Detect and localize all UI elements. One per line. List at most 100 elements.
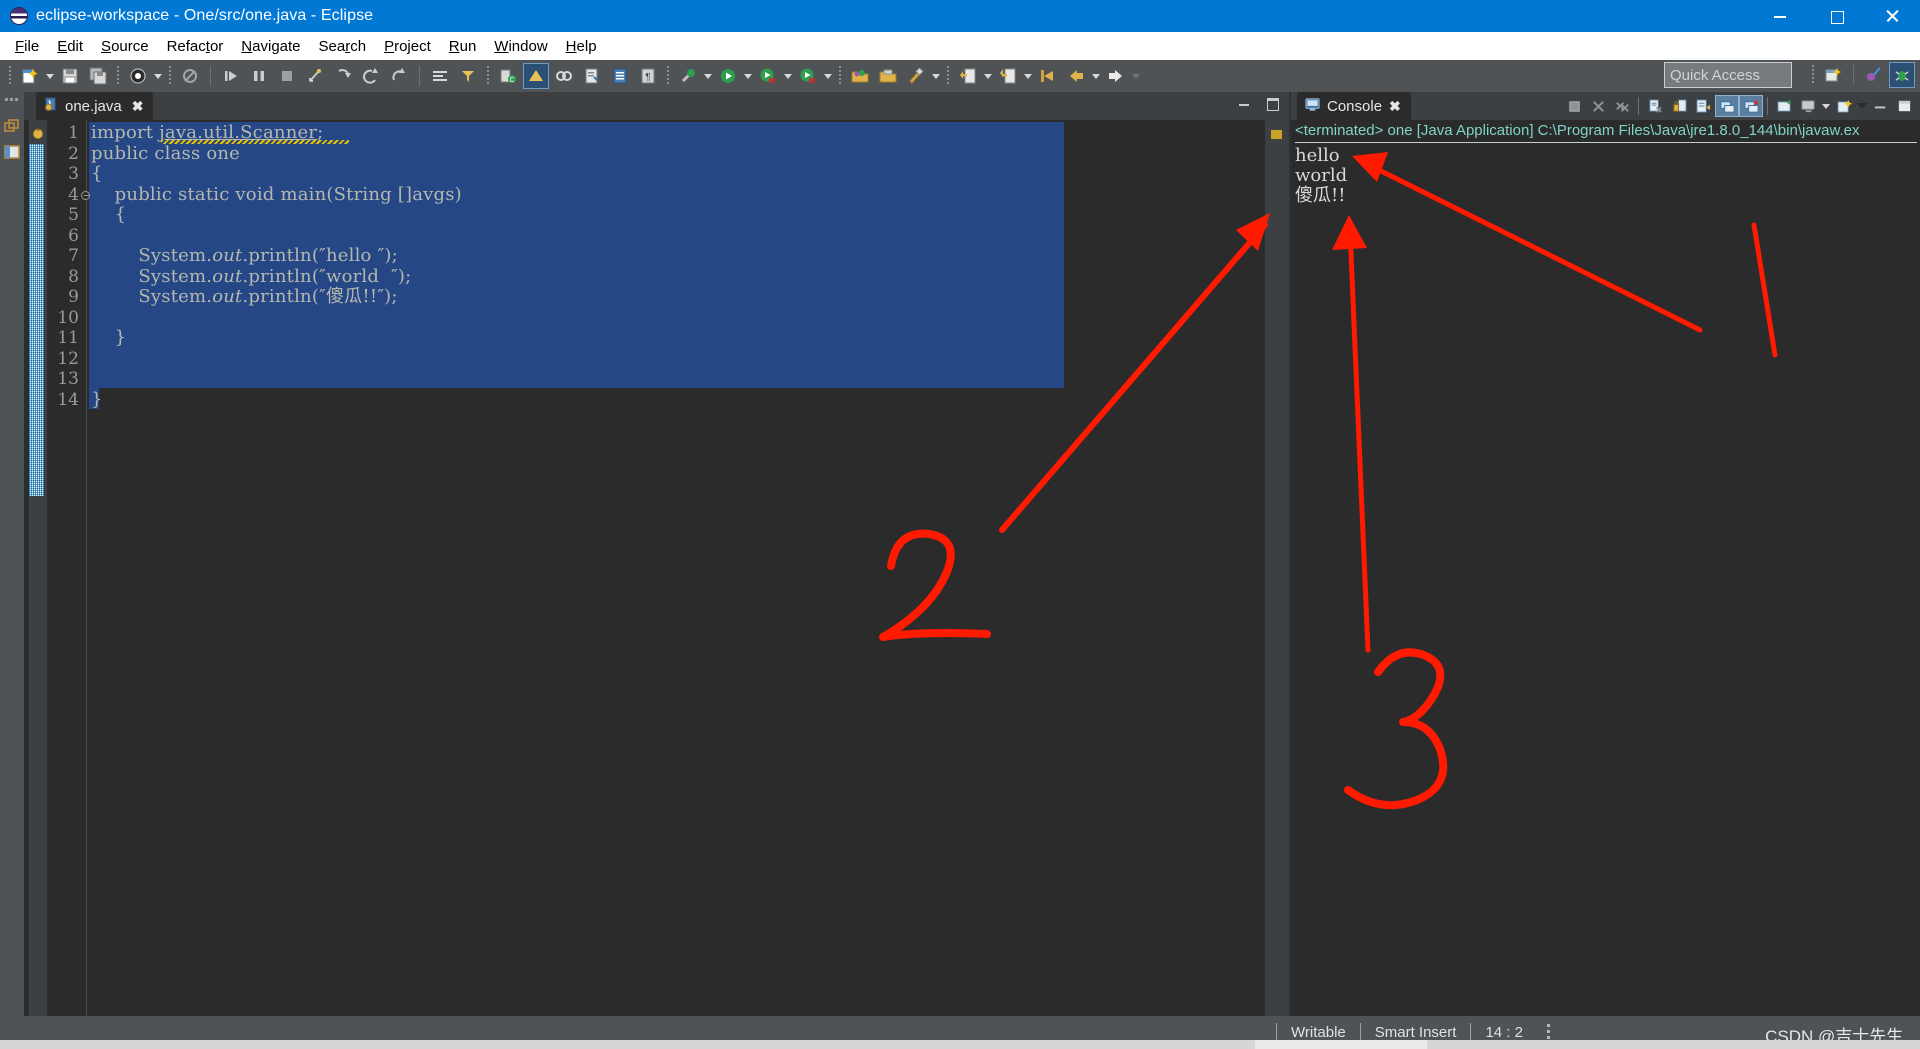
scroll-lock-icon[interactable] — [1667, 95, 1691, 117]
minimize-button[interactable] — [1752, 0, 1808, 32]
package-explorer-icon[interactable] — [4, 144, 20, 160]
suspend-icon[interactable] — [246, 63, 272, 89]
maximize-button[interactable] — [1808, 0, 1864, 32]
quick-access-input[interactable]: Quick Access — [1664, 62, 1792, 88]
terminate-icon[interactable] — [274, 63, 300, 89]
editor-maximize-icon[interactable] — [1265, 96, 1279, 111]
console-minimize-icon[interactable] — [1868, 95, 1892, 117]
menu-item-navigate[interactable]: Navigate — [232, 36, 309, 57]
status-insert-mode: Smart Insert — [1374, 1024, 1457, 1041]
paragraph-icon[interactable]: ¶ — [635, 63, 661, 89]
line-number: 6 — [68, 225, 79, 246]
console-output-area[interactable]: <terminated> one [Java Application] C:\P… — [1291, 120, 1920, 1016]
forward-icon[interactable] — [1103, 63, 1129, 89]
menu-item-search[interactable]: Search — [310, 36, 376, 57]
step-over-icon[interactable] — [358, 63, 384, 89]
editor-warning-ruler-mark[interactable] — [1271, 130, 1282, 139]
editor-code-canvas[interactable]: import java.util.Scanner; public class on… — [89, 120, 1289, 1016]
remove-launch-icon[interactable] — [1586, 95, 1610, 117]
restore-icon[interactable] — [4, 118, 20, 134]
open-task-icon[interactable] — [607, 63, 633, 89]
editor-minimize-icon[interactable] — [1237, 96, 1251, 110]
step-into-icon[interactable] — [330, 63, 356, 89]
perspective-bar — [1807, 62, 1916, 88]
debug-profile-icon[interactable] — [125, 63, 151, 89]
save-icon[interactable] — [57, 63, 83, 89]
console-tab[interactable]: Console ✖ — [1297, 92, 1411, 120]
coverage-icon[interactable] — [795, 63, 821, 89]
menu-item-run[interactable]: Run — [440, 36, 486, 57]
menu-item-source[interactable]: Source — [92, 36, 158, 57]
editor-overview-ruler[interactable] — [1265, 120, 1289, 1016]
new-wizard-icon[interactable] — [17, 63, 43, 89]
console-maximize-icon[interactable] — [1892, 95, 1916, 117]
window-title: eclipse-workspace - One/src/one.java - E… — [36, 7, 374, 24]
menu-item-file[interactable]: File — [6, 36, 48, 57]
fold-marker-icon[interactable] — [81, 190, 90, 200]
open-console-dropdown-icon[interactable] — [1856, 93, 1868, 119]
menu-item-refactor[interactable]: Refactor — [158, 36, 233, 57]
back-icon[interactable] — [1063, 63, 1089, 89]
next-annotation-icon[interactable] — [995, 63, 1021, 89]
java-perspective-icon[interactable] — [1861, 62, 1887, 88]
debug-profile-dropdown-icon[interactable] — [152, 63, 164, 89]
link-icon[interactable] — [551, 63, 577, 89]
rail-drag-handle[interactable] — [5, 98, 19, 101]
editor-body[interactable]: 1 2 3 4 5 6 7 8 9 10 11 12 13 14 import java.util.Sca… — [24, 120, 1289, 1016]
forward-dropdown-icon — [1130, 63, 1142, 89]
perspective-drag-handle[interactable] — [1812, 65, 1814, 85]
menu-item-edit[interactable]: Edit — [48, 36, 92, 57]
clear-console-icon[interactable] — [1643, 95, 1667, 117]
coverage-dropdown-icon[interactable] — [822, 63, 834, 89]
previous-annotation-dropdown-icon[interactable] — [982, 63, 994, 89]
next-annotation-dropdown-icon[interactable] — [1022, 63, 1034, 89]
display-selected-console-dropdown-icon[interactable] — [1820, 93, 1832, 119]
debug-icon[interactable] — [755, 63, 781, 89]
previous-annotation-icon[interactable] — [955, 63, 981, 89]
open-type-icon[interactable] — [579, 63, 605, 89]
new-java-package-icon[interactable] — [523, 63, 549, 89]
status-cursor-position: 14 : 2 — [1485, 1024, 1523, 1041]
editor-tab-one-java[interactable]: one.java ✖ — [36, 92, 154, 120]
open-console-icon[interactable] — [1832, 95, 1856, 117]
external-tools-icon[interactable] — [675, 63, 701, 89]
warning-marker-icon[interactable] — [31, 126, 45, 140]
toolbar-drag-handle[interactable] — [9, 66, 11, 86]
search-dropdown-icon[interactable] — [930, 63, 942, 89]
resume-icon[interactable] — [218, 63, 244, 89]
remove-all-terminated-icon[interactable] — [1610, 95, 1634, 117]
back-dropdown-icon[interactable] — [1090, 63, 1102, 89]
skip-breakpoints-icon[interactable] — [177, 63, 203, 89]
taskbar-active-item[interactable] — [1255, 1040, 1427, 1049]
status-drag-handle[interactable] — [1546, 1023, 1550, 1042]
last-edit-location-icon[interactable] — [1035, 63, 1061, 89]
run-icon[interactable] — [715, 63, 741, 89]
disconnect-icon[interactable] — [302, 63, 328, 89]
external-tools-dropdown-icon[interactable] — [702, 63, 714, 89]
debug-perspective-icon[interactable] — [1889, 62, 1915, 88]
new-java-class-icon[interactable]: C — [495, 63, 521, 89]
word-wrap-icon[interactable] — [1691, 95, 1715, 117]
show-console-on-output-icon[interactable] — [1715, 95, 1739, 117]
open-perspective-icon[interactable] — [875, 63, 901, 89]
terminate-icon[interactable] — [1562, 95, 1586, 117]
editor-tab-close-icon[interactable]: ✖ — [132, 98, 144, 115]
toggle-breakpoint-icon[interactable] — [427, 63, 453, 89]
open-perspective-button-icon[interactable] — [1820, 62, 1846, 88]
search-icon[interactable] — [903, 63, 929, 89]
step-filters-icon[interactable] — [455, 63, 481, 89]
new-project-icon[interactable] — [847, 63, 873, 89]
run-dropdown-icon[interactable] — [742, 63, 754, 89]
menu-item-project[interactable]: Project — [375, 36, 440, 57]
save-all-icon[interactable] — [85, 63, 111, 89]
show-console-on-error-icon[interactable] — [1739, 95, 1763, 117]
step-return-icon[interactable] — [386, 63, 412, 89]
new-wizard-dropdown-icon[interactable] — [44, 63, 56, 89]
display-selected-console-icon[interactable] — [1796, 95, 1820, 117]
pin-console-icon[interactable] — [1772, 95, 1796, 117]
menu-item-help[interactable]: Help — [557, 36, 606, 57]
close-button[interactable] — [1864, 0, 1920, 32]
debug-dropdown-icon[interactable] — [782, 63, 794, 89]
console-tab-close-icon[interactable]: ✖ — [1389, 98, 1401, 115]
menu-item-window[interactable]: Window — [485, 36, 556, 57]
